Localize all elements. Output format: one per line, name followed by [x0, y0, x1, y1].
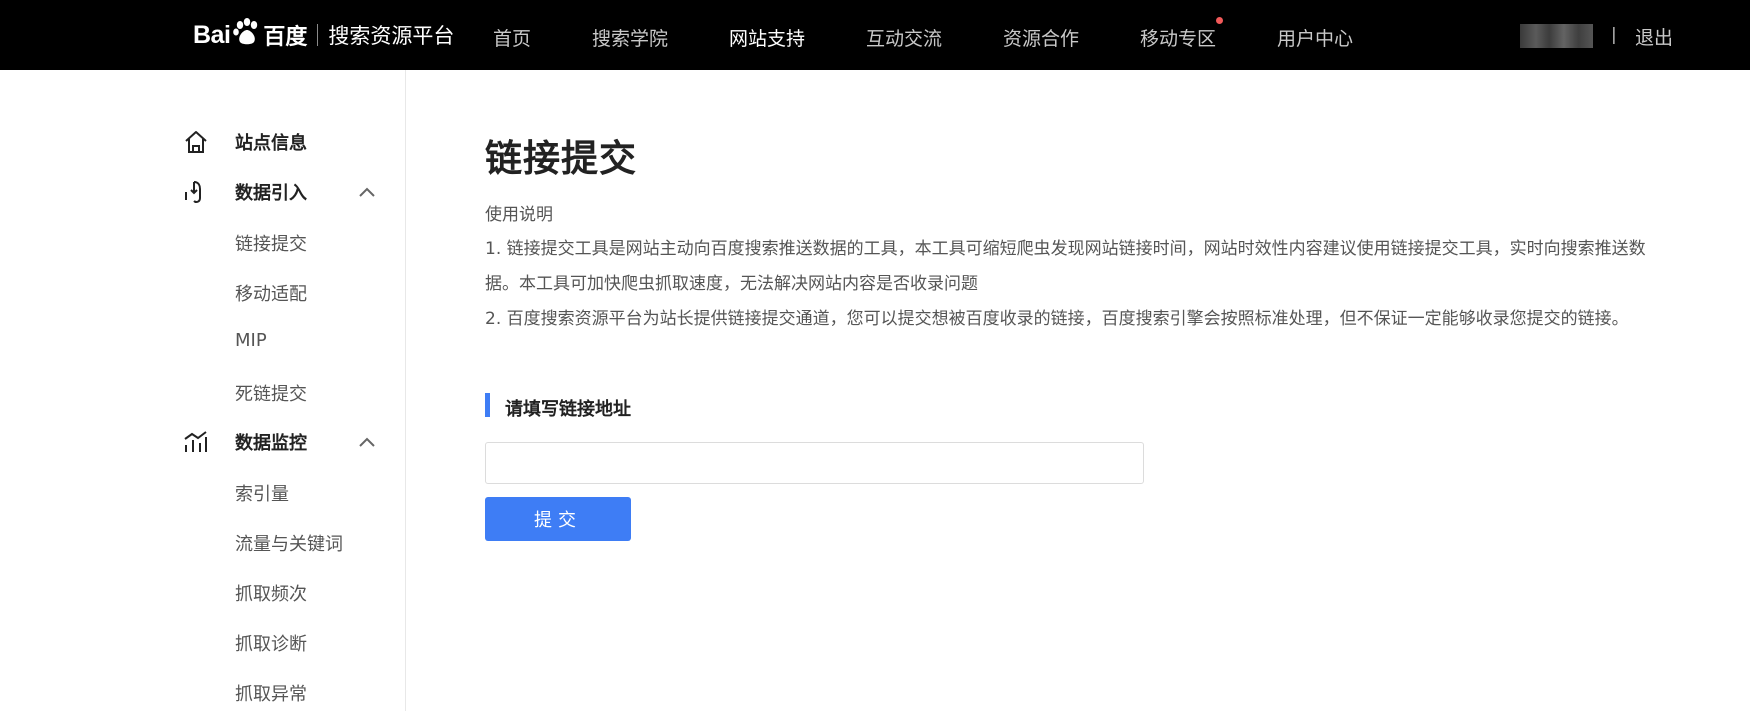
sidebar-group-data-import[interactable]: 数据引入	[182, 178, 375, 206]
username-redacted[interactable]	[1520, 24, 1593, 48]
baidu-logo[interactable]: Bai 百度 搜索资源平台	[193, 12, 454, 58]
sidebar-group-label: 数据引入	[235, 183, 307, 204]
notification-dot	[1216, 17, 1224, 24]
data-import-icon	[185, 181, 201, 203]
nav-item-user-center[interactable]: 用户中心	[1277, 24, 1353, 51]
logo-du-text: 百度	[263, 25, 308, 50]
submit-button[interactable]: 提交	[485, 497, 631, 541]
form-section-title: 请填写链接地址	[505, 399, 631, 420]
platform-name: 搜索资源平台	[328, 24, 455, 48]
nav-item-academy[interactable]: 搜索学院	[592, 24, 668, 51]
sidebar-item-mobile-adapt[interactable]: 移动适配	[235, 280, 307, 306]
sidebar-item-crawl-frequency[interactable]: 抓取频次	[235, 580, 307, 606]
sidebar-group-label: 数据监控	[235, 433, 307, 454]
nav-item-site-support[interactable]: 网站支持	[729, 24, 805, 51]
usage-line-3: 2. 百度搜索资源平台为站长提供链接提交通道，您可以提交想被百度收录的链接，百度…	[485, 309, 1629, 329]
usage-line-2: 据。本工具可加快爬虫抓取速度，无法解决网站内容是否收录问题	[485, 274, 978, 294]
sidebar-item-mip[interactable]: MIP	[235, 330, 267, 351]
link-url-input[interactable]	[485, 442, 1144, 484]
page-title: 链接提交	[485, 137, 637, 180]
logo-bai-text: Bai	[193, 20, 231, 49]
nav-item-home[interactable]: 首页	[493, 24, 531, 51]
chevron-up-icon[interactable]	[358, 436, 376, 448]
logo-separator	[317, 24, 319, 46]
sidebar-group-data-monitor[interactable]: 数据监控	[182, 428, 375, 456]
data-monitor-icon	[184, 431, 207, 452]
sidebar-item-index-volume[interactable]: 索引量	[235, 480, 289, 506]
sidebar-item-dead-link[interactable]: 死链提交	[235, 380, 307, 406]
usage-line-1: 1. 链接提交工具是网站主动向百度搜索推送数据的工具，本工具可缩短爬虫发现网站链…	[485, 239, 1646, 259]
logout-link[interactable]: 退出	[1635, 23, 1673, 50]
sidebar-item-crawl-errors[interactable]: 抓取异常	[235, 680, 307, 706]
usage-instructions-title: 使用说明	[485, 205, 553, 225]
section-accent-bar	[485, 393, 490, 417]
home-icon	[185, 131, 207, 153]
sidebar-group-label: 站点信息	[235, 133, 307, 154]
chevron-up-icon[interactable]	[358, 186, 376, 198]
nav-item-mobile-label: 移动专区	[1140, 28, 1217, 50]
paw-icon	[233, 18, 258, 45]
nav-item-interaction[interactable]: 互动交流	[866, 24, 942, 51]
sidebar-item-link-submit[interactable]: 链接提交	[235, 230, 307, 256]
nav-item-mobile[interactable]: 移动专区	[1140, 17, 1224, 51]
sidebar-item-traffic-keywords[interactable]: 流量与关键词	[235, 530, 343, 556]
sidebar-divider	[405, 70, 406, 711]
user-divider: |	[1611, 25, 1617, 45]
sidebar-group-site-info[interactable]: 站点信息	[182, 128, 307, 156]
nav-item-cooperation[interactable]: 资源合作	[1003, 24, 1079, 51]
top-navigation-bar: Bai 百度 搜索资源平台 首页 搜索学院 网站支持 互动交流 资源合作 移动专…	[0, 0, 1750, 70]
sidebar-item-crawl-diagnosis[interactable]: 抓取诊断	[235, 630, 307, 656]
